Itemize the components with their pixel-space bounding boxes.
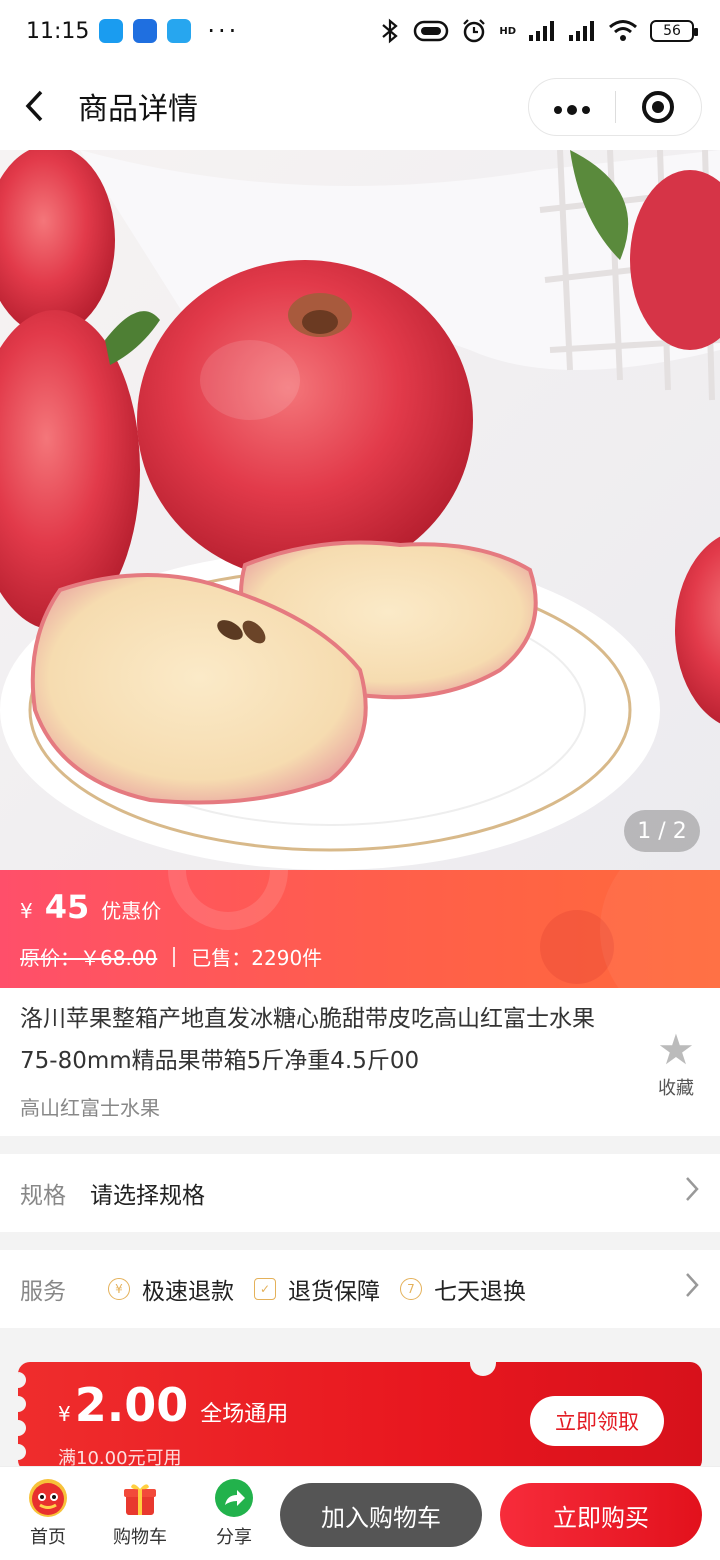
- currency-symbol: ¥: [20, 899, 33, 923]
- share-tab[interactable]: 分享: [194, 1479, 274, 1549]
- signal-icon: [529, 21, 554, 41]
- alarm-icon: [463, 19, 486, 43]
- app-notification-icon: [99, 19, 124, 43]
- original-price: 原价：￥68.00: [20, 946, 158, 970]
- claim-coupon-button[interactable]: 立即领取: [530, 1396, 664, 1446]
- battery-level: 56: [663, 23, 681, 39]
- wifi-icon: [609, 20, 637, 41]
- product-info: 洛川苹果整箱产地直发冰糖心脆甜带皮吃高山红富士水果 75-80mm精品果带箱5斤…: [0, 988, 720, 1136]
- more-dots-icon: [553, 105, 590, 115]
- mini-program-capsule: [528, 78, 702, 136]
- sale-price: 45: [44, 888, 90, 926]
- divider: [173, 946, 176, 967]
- more-dots-button[interactable]: [529, 92, 615, 122]
- decorative-circle: [168, 870, 288, 930]
- page-title: 商品详情: [78, 92, 198, 127]
- app-notification-icon: [133, 19, 158, 43]
- sale-price-label: 优惠价: [101, 899, 162, 923]
- service-text: 退货保障: [288, 1279, 380, 1305]
- bottom-action-bar: 首页 购物车 分享 加入购物车 立即购买: [0, 1466, 720, 1560]
- coupon-currency: ¥: [58, 1402, 71, 1426]
- service-item: ¥ 极速退款: [108, 1272, 234, 1306]
- star-icon: ★: [657, 1025, 695, 1074]
- spec-value: 请选择规格: [90, 1183, 205, 1209]
- coupon-scallop: [18, 1444, 26, 1460]
- target-icon: [642, 91, 675, 123]
- coupon-card: ¥ 2.00 全场通用 满10.00元可用 立即领取: [18, 1362, 702, 1472]
- battery-icon: 56: [650, 20, 698, 42]
- more-notifications-icon: ···: [207, 17, 240, 45]
- status-left: 11:15 ···: [26, 17, 239, 45]
- gift-cart-icon: [121, 1479, 159, 1517]
- status-time: 11:15: [26, 18, 90, 44]
- coupon-scope: 全场通用: [200, 1402, 289, 1427]
- add-to-cart-button[interactable]: 加入购物车: [280, 1483, 482, 1547]
- coupon-scallop: [18, 1396, 26, 1412]
- service-text: 极速退款: [142, 1279, 234, 1305]
- favorite-label: 收藏: [658, 1078, 694, 1099]
- price-banner: ¥ 45 优惠价 原价：￥68.00 已售：2290件: [0, 870, 720, 988]
- back-button[interactable]: [0, 62, 70, 150]
- image-counter: 1 / 2: [624, 810, 700, 852]
- spec-selector[interactable]: 规格 请选择规格: [0, 1154, 720, 1232]
- coupon-amount: 2.00: [74, 1378, 189, 1432]
- navigation-bar: 商品详情: [0, 62, 720, 150]
- signal-icon-2: [569, 21, 594, 41]
- service-label: 服务: [20, 1279, 66, 1305]
- service-item: 7 七天退换: [400, 1272, 526, 1306]
- price-meta-row: 原价：￥68.00 已售：2290件: [20, 942, 322, 971]
- yen-icon: ¥: [108, 1278, 130, 1300]
- service-text: 七天退换: [434, 1279, 526, 1305]
- vibrate-icon: [414, 20, 449, 42]
- cart-tab[interactable]: 购物车: [100, 1479, 180, 1549]
- product-subtitle: 高山红富士水果: [20, 1096, 160, 1120]
- share-icon: [215, 1479, 253, 1517]
- product-image-carousel[interactable]: 1 / 2: [0, 150, 720, 870]
- coupon-scallop: [18, 1420, 26, 1436]
- status-right: HD 56: [379, 18, 698, 44]
- bluetooth-icon: [382, 18, 399, 44]
- chevron-right-icon: [684, 1175, 700, 1211]
- decorative-circle: [600, 870, 720, 988]
- chevron-right-icon: [684, 1271, 700, 1307]
- status-bar: 11:15 ··· HD 56: [0, 0, 720, 62]
- cart-tab-label: 购物车: [113, 1527, 167, 1548]
- buy-now-button[interactable]: 立即购买: [500, 1483, 702, 1547]
- product-detail-page: 11:15 ··· HD 56 商品详情 1 / 2 ¥ 45 优惠价 原价：￥…: [0, 0, 720, 1560]
- product-image: [0, 150, 720, 870]
- coupon-scallop: [18, 1372, 26, 1388]
- home-tab[interactable]: 首页: [8, 1479, 88, 1549]
- coupon-value-row: ¥ 2.00 全场通用: [58, 1378, 288, 1432]
- share-tab-label: 分享: [216, 1527, 252, 1548]
- coupon-notch: [470, 1362, 496, 1376]
- service-item: ✓ 退货保障: [254, 1272, 380, 1306]
- network-type: HD: [499, 25, 516, 37]
- shield-icon: ✓: [254, 1278, 276, 1300]
- spec-label: 规格: [20, 1183, 66, 1209]
- price-row: ¥ 45 优惠价: [20, 888, 161, 926]
- app-notification-icon: [167, 19, 192, 43]
- close-mini-program-button[interactable]: [616, 91, 702, 123]
- service-row[interactable]: 服务 ¥ 极速退款 ✓ 退货保障 7 七天退换: [0, 1250, 720, 1328]
- product-title: 洛川苹果整箱产地直发冰糖心脆甜带皮吃高山红富士水果 75-80mm精品果带箱5斤…: [20, 1006, 595, 1074]
- seven-days-icon: 7: [400, 1278, 422, 1300]
- sold-count: 已售：2290件: [191, 946, 323, 970]
- chevron-left-icon: [25, 90, 43, 122]
- favorite-button[interactable]: ★ 收藏: [646, 1025, 706, 1100]
- home-mascot-icon: [29, 1479, 67, 1517]
- home-tab-label: 首页: [30, 1527, 66, 1548]
